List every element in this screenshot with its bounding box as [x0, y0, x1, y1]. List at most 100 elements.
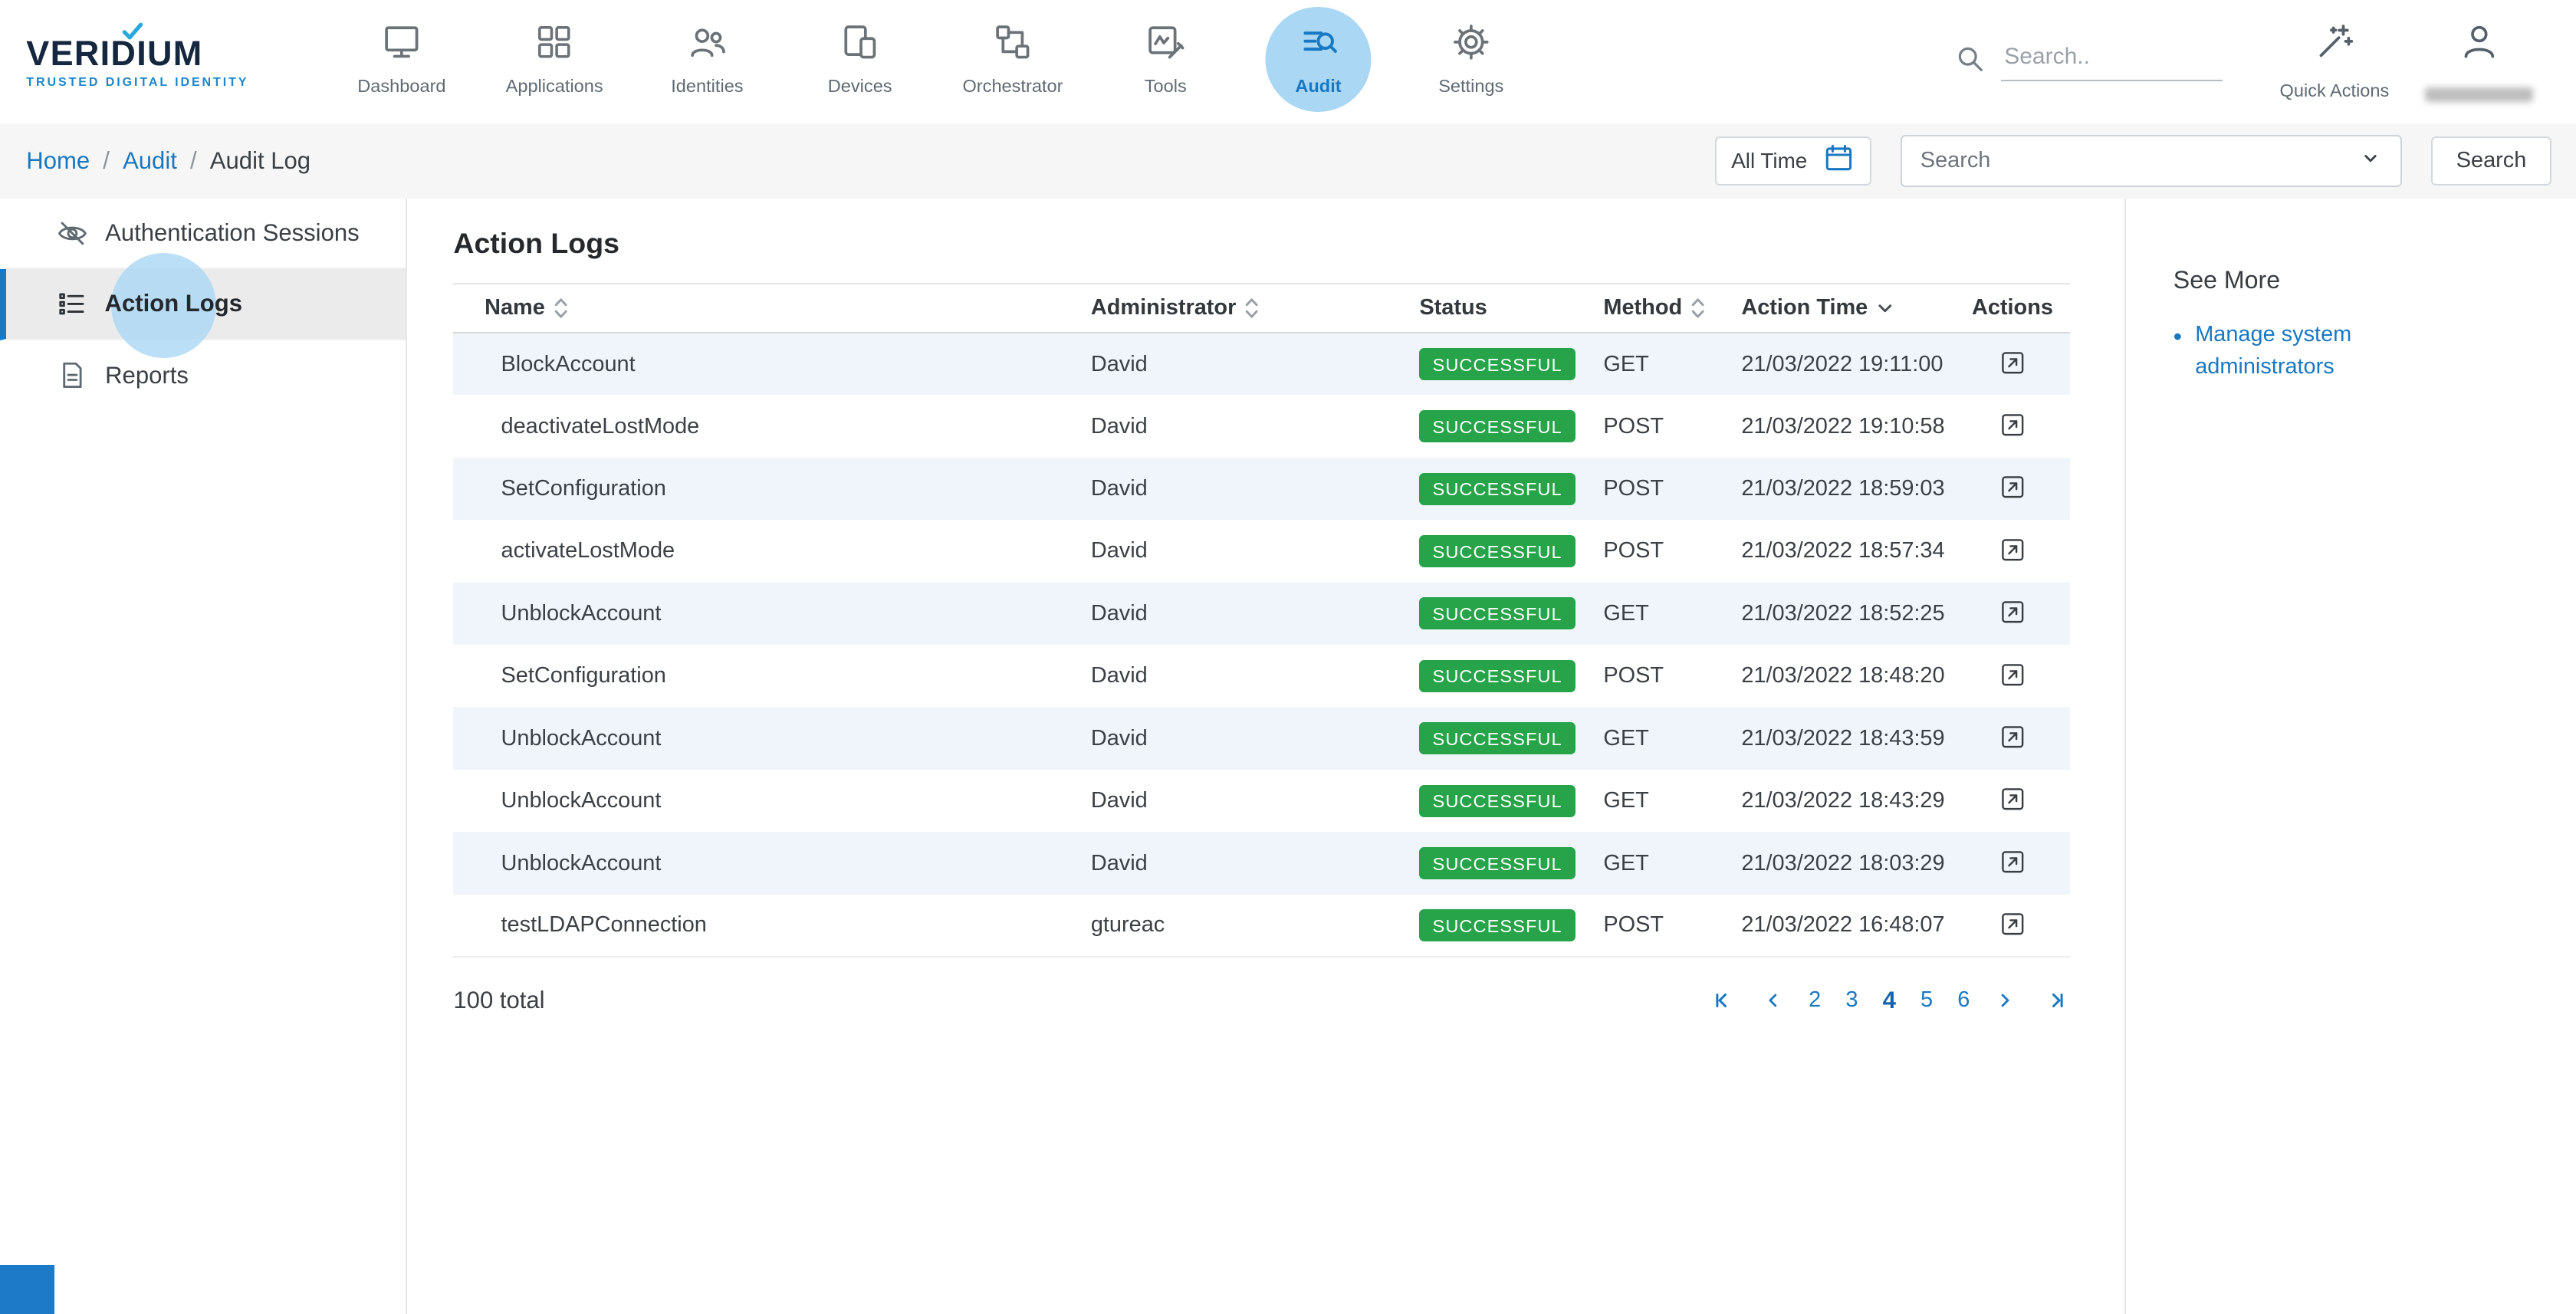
open-log-button[interactable] [1991, 469, 2034, 505]
table-row: testLDAPConnectiongtureacSUCCESSFULPOST2… [453, 895, 2070, 957]
brand-name: VERIDIUM [26, 34, 266, 74]
open-log-button[interactable] [1991, 781, 2034, 817]
page-title: Action Logs [453, 227, 2070, 260]
pagination-last-button[interactable] [2040, 986, 2070, 1016]
nav-label: Applications [506, 76, 603, 97]
table-footer: 100 total 23456 [453, 986, 2070, 1016]
breadcrumb-separator: / [103, 147, 110, 175]
row-status: SUCCESSFUL [1419, 895, 1603, 957]
row-name: activateLostMode [453, 520, 1090, 582]
nav-label: Settings [1438, 76, 1503, 97]
column-header-administrator[interactable]: Administrator [1091, 284, 1420, 333]
row-name: testLDAPConnection [453, 895, 1090, 957]
status-badge: SUCCESSFUL [1419, 909, 1575, 941]
open-log-button[interactable] [1991, 719, 2034, 755]
audit-log-filters: All Time Search Search [1715, 135, 2551, 188]
status-badge: SUCCESSFUL [1419, 722, 1575, 754]
sidebar-item-action-logs[interactable]: Action Logs [0, 269, 406, 340]
user-menu[interactable] [2407, 0, 2551, 123]
nav-item-devices[interactable]: Devices [784, 0, 936, 123]
sort-desc-icon [1876, 299, 1894, 317]
last-page-icon [2044, 989, 2067, 1012]
nav-item-applications[interactable]: Applications [478, 0, 631, 123]
sort-both-icon [1691, 297, 1705, 320]
row-status: SUCCESSFUL [1419, 645, 1603, 707]
search-filter-dropdown[interactable]: Search [1901, 135, 2402, 188]
row-status: SUCCESSFUL [1419, 333, 1603, 395]
pagination-prev-button[interactable] [1760, 987, 1787, 1014]
row-name: UnblockAccount [453, 832, 1090, 894]
nav-item-orchestrator[interactable]: Orchestrator [936, 0, 1089, 123]
row-administrator: David [1091, 770, 1420, 832]
open-log-icon [1998, 909, 2028, 939]
open-log-button[interactable] [1991, 656, 2034, 692]
pagination-page-4[interactable]: 4 [1883, 987, 1896, 1014]
see-more-panel: See More Manage system administrators [2124, 199, 2576, 1314]
magic-wand-icon [2313, 20, 2356, 70]
row-action-time: 21/03/2022 18:43:59 [1741, 707, 1955, 769]
pagination-next-button[interactable] [1991, 987, 2019, 1014]
row-administrator: David [1091, 645, 1420, 707]
devices-icon [839, 20, 882, 64]
row-name: UnblockAccount [453, 707, 1090, 769]
chevron-down-icon [2359, 146, 2382, 176]
open-log-button[interactable] [1991, 906, 2034, 942]
table-row: UnblockAccountDavidSUCCESSFULGET21/03/20… [453, 583, 2070, 645]
search-icon[interactable] [1953, 42, 1986, 81]
row-administrator: David [1091, 395, 1420, 457]
breadcrumb-audit[interactable]: Audit [123, 147, 177, 175]
nav-item-identities[interactable]: Identities [631, 0, 784, 123]
open-log-icon [1998, 535, 2028, 565]
nav-item-tools[interactable]: Tools [1089, 0, 1242, 123]
action-logs-main: Action Logs Name Administrator [407, 199, 2124, 1314]
nav-item-settings[interactable]: Settings [1395, 0, 1547, 123]
row-action-time: 21/03/2022 18:52:25 [1741, 583, 1955, 645]
pagination-page-2[interactable]: 2 [1809, 987, 1821, 1013]
column-header-name[interactable]: Name [453, 284, 1090, 333]
next-page-icon [1994, 990, 2016, 1011]
total-count: 100 total [453, 987, 544, 1014]
open-log-button[interactable] [1991, 532, 2034, 568]
open-log-button[interactable] [1991, 844, 2034, 880]
action-logs-rows: BlockAccountDavidSUCCESSFULGET21/03/2022… [453, 333, 2070, 957]
open-log-button[interactable] [1991, 594, 2034, 630]
row-status: SUCCESSFUL [1419, 770, 1603, 832]
quick-actions-button[interactable]: Quick Actions [2262, 0, 2407, 123]
nav-label: Audit [1295, 76, 1341, 97]
manage-system-administrators-link[interactable]: Manage system administrators [2195, 319, 2405, 383]
pagination-page-3[interactable]: 3 [1845, 987, 1858, 1013]
time-range-button[interactable]: All Time [1715, 136, 1871, 186]
row-name: SetConfiguration [453, 458, 1090, 520]
open-log-button[interactable] [1991, 407, 2034, 443]
nav-item-dashboard[interactable]: Dashboard [325, 0, 478, 123]
global-search-input[interactable] [2001, 44, 2223, 81]
top-navigation-bar: VERIDIUM TRUSTED DIGITAL IDENTITY Dashbo… [0, 0, 2576, 123]
search-filter-value: Search [1921, 148, 1991, 173]
column-header-action-time[interactable]: Action Time [1741, 284, 1955, 333]
row-name: SetConfiguration [453, 645, 1090, 707]
pagination-page-5[interactable]: 5 [1921, 987, 1933, 1013]
nav-label: Dashboard [357, 76, 445, 97]
status-badge: SUCCESSFUL [1419, 410, 1575, 442]
primary-nav: Dashboard Applications Identities Device… [325, 0, 1547, 123]
corner-widget[interactable] [0, 1265, 54, 1314]
sidebar-item-reports[interactable]: Reports [0, 340, 406, 411]
row-administrator: David [1091, 520, 1420, 582]
row-status: SUCCESSFUL [1419, 520, 1603, 582]
pagination-page-6[interactable]: 6 [1957, 987, 1970, 1013]
table-row: SetConfigurationDavidSUCCESSFULPOST21/03… [453, 645, 2070, 707]
column-header-actions: Actions [1955, 284, 2070, 333]
open-log-button[interactable] [1991, 345, 2034, 381]
search-button[interactable]: Search [2431, 136, 2551, 186]
veridium-logo[interactable]: VERIDIUM TRUSTED DIGITAL IDENTITY [26, 34, 266, 90]
sidebar-item-authentication-sessions[interactable]: Authentication Sessions [0, 199, 406, 269]
row-method: POST [1603, 395, 1741, 457]
pagination-first-button[interactable] [1709, 986, 1739, 1016]
breadcrumb-home[interactable]: Home [26, 147, 90, 175]
nav-item-audit[interactable]: Audit [1242, 0, 1395, 123]
dashboard-icon [380, 20, 423, 64]
row-actions [1955, 770, 2070, 832]
open-log-icon [1998, 597, 2028, 627]
audit-icon [1297, 20, 1340, 64]
column-header-method[interactable]: Method [1603, 284, 1741, 333]
